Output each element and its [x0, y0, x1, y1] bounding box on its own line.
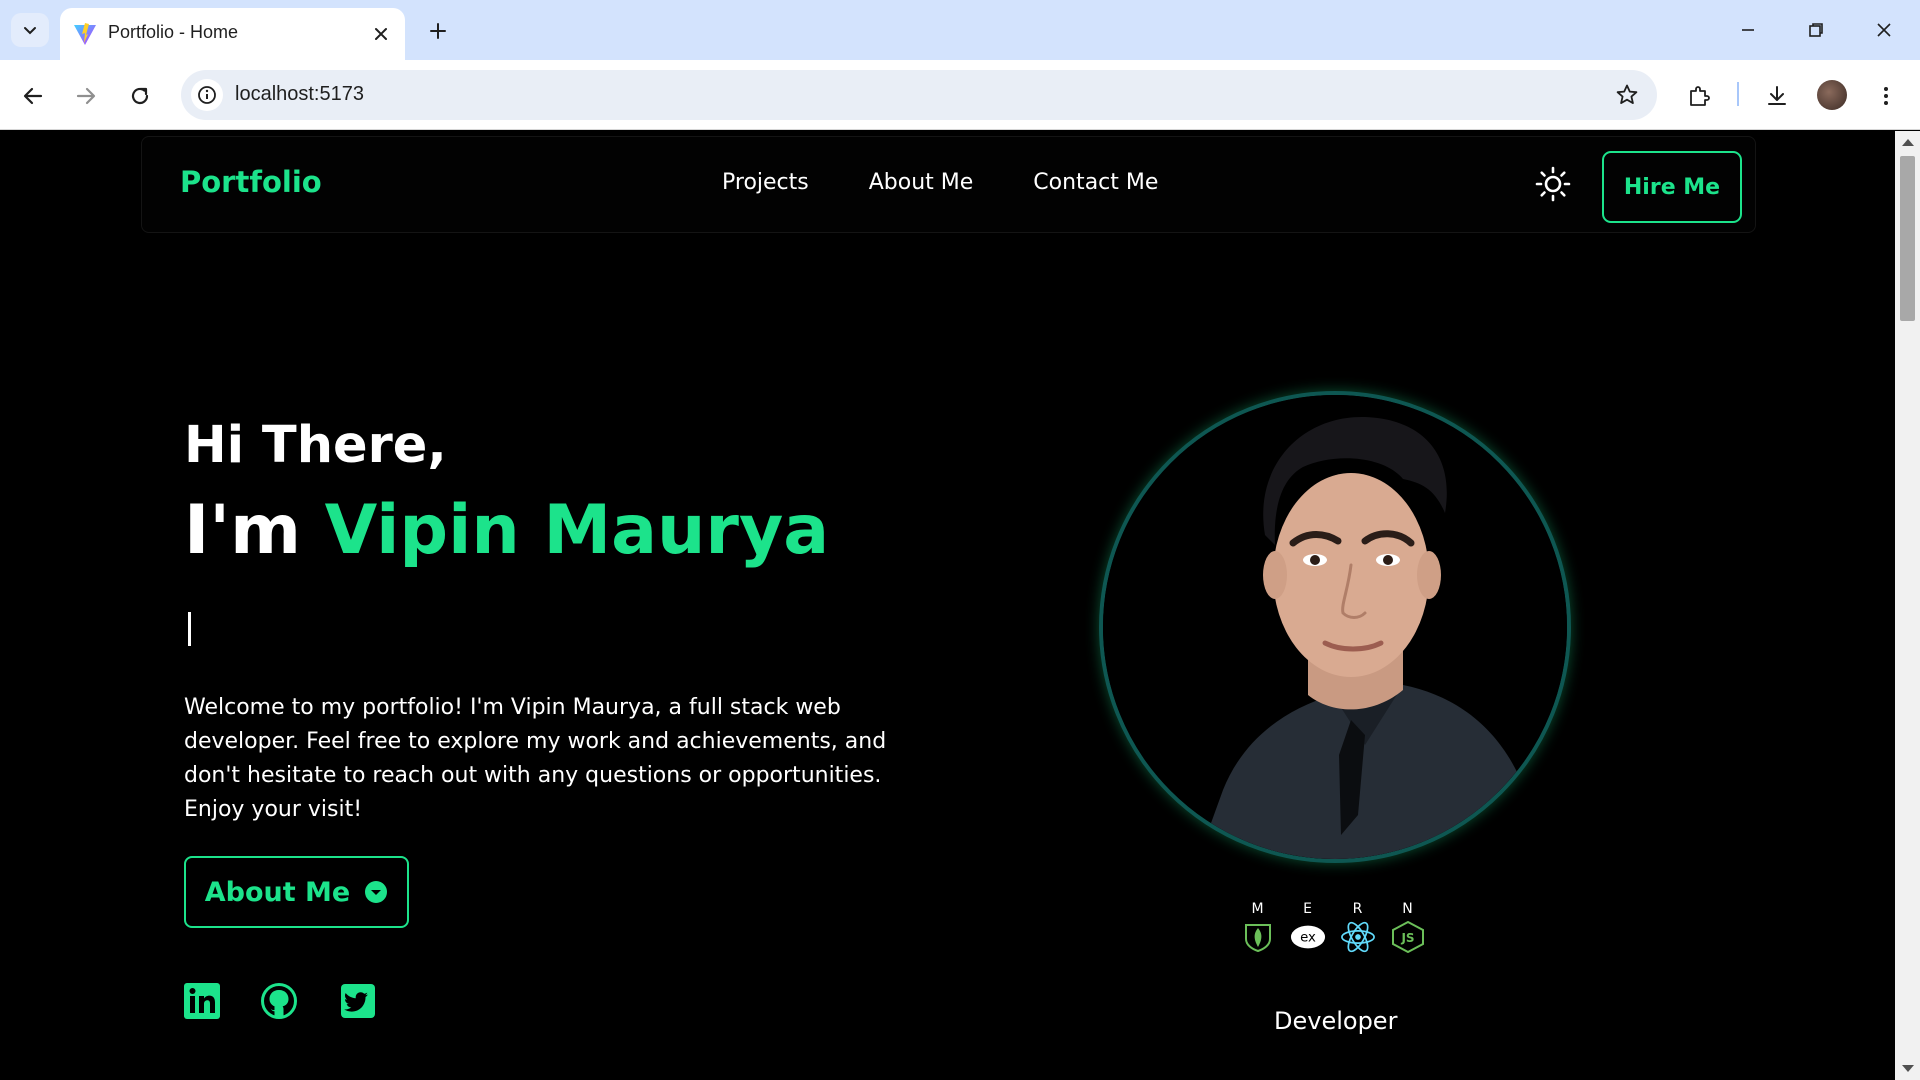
twitter-link[interactable]	[338, 981, 378, 1021]
stack-letter: R	[1352, 901, 1364, 917]
stack-letter: E	[1303, 901, 1313, 917]
close-icon	[1877, 23, 1891, 37]
twitter-icon	[341, 984, 375, 1018]
back-button[interactable]	[13, 76, 53, 116]
github-icon	[261, 983, 297, 1019]
nav-link-contact-me[interactable]: Contact Me	[1033, 170, 1158, 195]
browser-toolbar: localhost:5173	[0, 60, 1920, 130]
express-icon-label: ex	[1300, 931, 1316, 946]
nav-link-about-me[interactable]: About Me	[869, 170, 974, 195]
react-icon	[1341, 921, 1375, 953]
role-text: Developer	[1274, 1007, 1398, 1035]
about-me-button-label: About Me	[204, 876, 351, 908]
hero-name-prefix: I'm	[184, 491, 325, 570]
tab-close-button[interactable]	[369, 22, 393, 46]
linkedin-link[interactable]	[182, 981, 222, 1021]
browser-tab-active[interactable]: Portfolio - Home	[60, 8, 405, 60]
downloads-button[interactable]	[1759, 78, 1795, 114]
scrollbar-thumb[interactable]	[1900, 156, 1915, 321]
vite-favicon-icon	[74, 23, 96, 45]
profile-avatar[interactable]	[1817, 80, 1847, 110]
close-window-button[interactable]	[1864, 12, 1904, 48]
arrow-right-icon	[76, 87, 96, 105]
stack-item-mongodb: M	[1237, 901, 1279, 953]
hire-me-button[interactable]: Hire Me	[1602, 151, 1742, 223]
scroll-down-arrow[interactable]	[1902, 1065, 1914, 1072]
hero-greeting: Hi There,	[184, 416, 447, 475]
typing-caret	[188, 612, 191, 646]
stack-item-react: R	[1337, 901, 1379, 953]
browser-menu-button[interactable]	[1868, 78, 1904, 114]
reload-button[interactable]	[120, 76, 160, 116]
sun-icon	[1535, 166, 1571, 202]
hero-name-heading: I'm Vipin Maurya	[184, 491, 829, 570]
hero-description: Welcome to my portfolio! I'm Vipin Maury…	[184, 695, 887, 822]
star-icon	[1616, 84, 1638, 104]
about-me-button[interactable]: About Me	[184, 856, 409, 928]
tech-stack: M E ex R N JS	[1237, 901, 1429, 953]
profile-photo	[1099, 391, 1571, 863]
mongodb-icon	[1245, 924, 1271, 953]
portfolio-page: Portfolio Projects About Me Contact Me H…	[0, 131, 1895, 1080]
download-icon	[1768, 86, 1786, 105]
nav-links: Projects About Me Contact Me	[722, 170, 1218, 195]
site-info-button[interactable]	[191, 79, 223, 111]
tab-title: Portfolio - Home	[108, 22, 239, 42]
minimize-icon	[1742, 29, 1754, 31]
stack-letter: M	[1251, 901, 1265, 917]
more-vertical-icon	[1884, 87, 1888, 105]
plus-icon	[430, 23, 446, 39]
minimize-button[interactable]	[1728, 12, 1768, 48]
nav-link-projects[interactable]: Projects	[722, 170, 809, 195]
stack-letter: N	[1402, 901, 1414, 917]
nodejs-icon-label: JS	[1400, 931, 1414, 945]
address-bar[interactable]: localhost:5173	[181, 70, 1657, 120]
reload-icon	[131, 87, 149, 105]
arrow-left-icon	[23, 87, 43, 105]
site-navbar: Portfolio Projects About Me Contact Me H…	[141, 136, 1756, 233]
site-brand[interactable]: Portfolio	[180, 165, 322, 199]
tab-search-button[interactable]	[11, 13, 49, 47]
hero-name: Vipin Maurya	[324, 491, 830, 570]
url-text: localhost:5173	[235, 83, 364, 105]
forward-button[interactable]	[66, 76, 106, 116]
restore-icon	[1809, 23, 1823, 37]
close-icon	[375, 28, 387, 40]
toolbar-separator	[1737, 82, 1739, 106]
restore-button[interactable]	[1796, 12, 1836, 48]
scroll-up-arrow[interactable]	[1902, 139, 1914, 146]
stack-item-nodejs: N JS	[1387, 901, 1429, 953]
theme-toggle-button[interactable]	[1531, 162, 1575, 206]
new-tab-button[interactable]	[422, 15, 454, 47]
github-link[interactable]	[259, 981, 299, 1021]
chevron-down-circle-icon	[365, 881, 388, 903]
profile-portrait	[1103, 395, 1567, 859]
linkedin-icon	[184, 983, 220, 1019]
browser-tab-strip: Portfolio - Home	[0, 0, 1920, 60]
bookmark-button[interactable]	[1613, 81, 1641, 109]
nodejs-icon: JS	[1392, 921, 1424, 953]
chevron-down-icon	[24, 27, 36, 35]
puzzle-icon	[1690, 86, 1710, 106]
extensions-button[interactable]	[1681, 78, 1717, 114]
info-icon	[198, 86, 216, 104]
express-icon: ex	[1290, 925, 1326, 949]
page-scrollbar[interactable]	[1895, 131, 1920, 1080]
stack-item-express: E ex	[1287, 901, 1329, 953]
